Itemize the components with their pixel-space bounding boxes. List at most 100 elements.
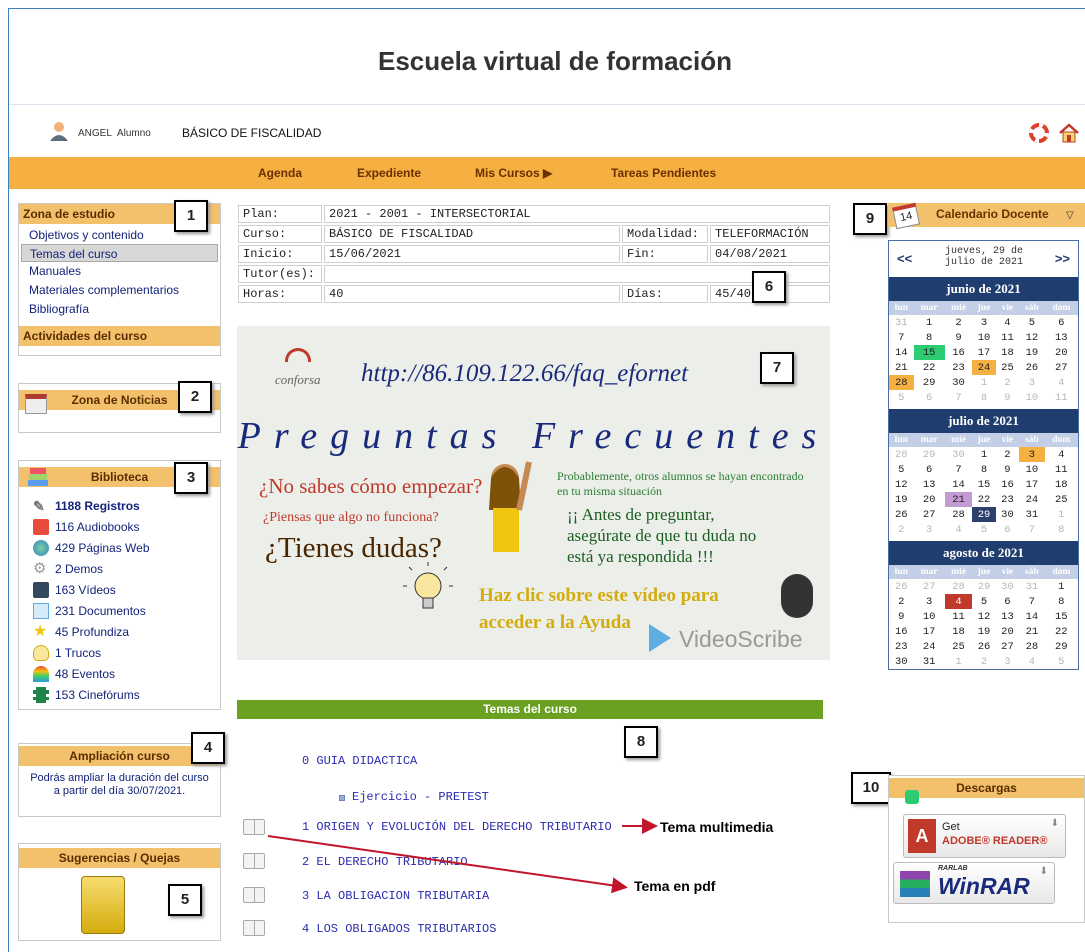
calendar-day[interactable]: 6 bbox=[996, 522, 1019, 537]
calendar-day[interactable]: 3 bbox=[914, 594, 945, 609]
calendar-day[interactable]: 27 bbox=[914, 507, 945, 522]
calendar-day[interactable]: 13 bbox=[1045, 330, 1078, 345]
calendar-day[interactable]: 4 bbox=[1045, 375, 1078, 390]
calendar-day[interactable]: 29 bbox=[972, 579, 996, 594]
calendar-day[interactable]: 2 bbox=[996, 375, 1019, 390]
calendar-day[interactable]: 29 bbox=[914, 447, 945, 462]
calendar-day[interactable]: 1 bbox=[1045, 579, 1078, 594]
calendar-collapse-icon[interactable]: ▽ bbox=[1066, 210, 1074, 221]
calendar-day[interactable]: 13 bbox=[914, 477, 945, 492]
calendar-day[interactable]: 30 bbox=[996, 507, 1019, 522]
calendar-day[interactable]: 5 bbox=[1019, 315, 1044, 330]
calendar-day[interactable]: 3 bbox=[1019, 375, 1044, 390]
calendar-day[interactable]: 31 bbox=[1019, 507, 1044, 522]
calendar-day[interactable]: 4 bbox=[944, 594, 973, 609]
calendar-day[interactable]: 7 bbox=[889, 330, 914, 345]
calendar-day[interactable]: 1 bbox=[972, 375, 996, 390]
calendar-next[interactable]: >> bbox=[1055, 251, 1070, 266]
calendar-day[interactable]: 21 bbox=[889, 360, 914, 375]
calendar-day[interactable]: 3 bbox=[1019, 447, 1045, 462]
calendar-day[interactable]: 5 bbox=[1045, 654, 1078, 669]
calendar-day[interactable]: 19 bbox=[1019, 345, 1044, 360]
calendar-day[interactable]: 6 bbox=[1045, 315, 1078, 330]
calendar-day[interactable]: 9 bbox=[996, 390, 1019, 405]
calendar-day[interactable]: 28 bbox=[889, 447, 914, 462]
calendar-day[interactable]: 6 bbox=[914, 390, 945, 405]
calendar-day[interactable]: 20 bbox=[996, 624, 1019, 639]
calendar-day[interactable]: 5 bbox=[972, 522, 996, 537]
winrar-button[interactable]: RARLAB WinRAR ⬇ bbox=[893, 862, 1055, 904]
calendar-day[interactable]: 12 bbox=[1019, 330, 1044, 345]
calendar-day[interactable]: 8 bbox=[972, 390, 996, 405]
calendar-day[interactable]: 11 bbox=[1045, 390, 1078, 405]
calendar-day[interactable]: 7 bbox=[945, 390, 972, 405]
calendar-day[interactable]: 4 bbox=[1045, 447, 1078, 462]
calendar-day[interactable]: 23 bbox=[996, 492, 1019, 507]
calendar-day[interactable]: 29 bbox=[914, 375, 945, 390]
calendar-day[interactable]: 16 bbox=[996, 477, 1019, 492]
calendar-prev[interactable]: << bbox=[897, 251, 912, 266]
calendar-day[interactable]: 18 bbox=[1045, 477, 1078, 492]
calendar-day[interactable]: 4 bbox=[996, 315, 1019, 330]
calendar-day[interactable]: 30 bbox=[945, 447, 972, 462]
calendar-day[interactable]: 22 bbox=[1045, 624, 1078, 639]
calendar-day[interactable]: 2 bbox=[889, 522, 914, 537]
calendar-day[interactable]: 3 bbox=[914, 522, 945, 537]
calendar-day[interactable]: 30 bbox=[945, 375, 972, 390]
calendar-day[interactable]: 10 bbox=[914, 609, 945, 624]
calendar-day[interactable]: 14 bbox=[945, 477, 972, 492]
calendar-day[interactable]: 26 bbox=[1019, 360, 1044, 375]
calendar-day[interactable]: 3 bbox=[972, 315, 996, 330]
adobe-reader-button[interactable]: A Get ADOBE® READER® ⬇ bbox=[903, 814, 1066, 858]
calendar-day[interactable]: 31 bbox=[1019, 579, 1044, 594]
calendar-day[interactable]: 17 bbox=[972, 345, 996, 360]
calendar-day[interactable]: 31 bbox=[914, 654, 945, 669]
calendar-day[interactable]: 17 bbox=[914, 624, 945, 639]
calendar-day[interactable]: 21 bbox=[944, 492, 973, 507]
calendar-day[interactable]: 27 bbox=[996, 639, 1019, 654]
calendar-day[interactable]: 15 bbox=[972, 477, 996, 492]
calendar-day[interactable]: 17 bbox=[1019, 477, 1044, 492]
calendar-day[interactable]: 10 bbox=[972, 330, 996, 345]
calendar-day[interactable]: 25 bbox=[945, 639, 972, 654]
calendar-day[interactable]: 14 bbox=[1019, 609, 1044, 624]
calendar-day[interactable]: 7 bbox=[1019, 522, 1044, 537]
calendar-day[interactable]: 23 bbox=[889, 639, 914, 654]
calendar-day[interactable]: 6 bbox=[914, 462, 945, 477]
calendar-day[interactable]: 1 bbox=[914, 315, 945, 330]
calendar-day[interactable]: 1 bbox=[945, 654, 972, 669]
calendar-day[interactable]: 28 bbox=[889, 375, 914, 390]
calendar-day[interactable]: 24 bbox=[1019, 492, 1044, 507]
calendar-day[interactable]: 11 bbox=[1045, 462, 1078, 477]
calendar-day[interactable]: 5 bbox=[889, 462, 914, 477]
calendar-day[interactable]: 30 bbox=[996, 579, 1019, 594]
calendar-day[interactable]: 23 bbox=[945, 360, 972, 375]
calendar-day[interactable]: 6 bbox=[996, 594, 1019, 609]
calendar-day[interactable]: 10 bbox=[1019, 462, 1044, 477]
calendar-day[interactable]: 27 bbox=[1045, 360, 1078, 375]
calendar-day[interactable]: 2 bbox=[996, 447, 1019, 462]
calendar-day[interactable]: 2 bbox=[945, 315, 972, 330]
calendar-day[interactable]: 15 bbox=[913, 345, 945, 360]
calendar-day[interactable]: 4 bbox=[945, 522, 972, 537]
calendar-day[interactable]: 18 bbox=[945, 624, 972, 639]
calendar-day[interactable]: 25 bbox=[1045, 492, 1078, 507]
calendar-day[interactable]: 9 bbox=[945, 330, 972, 345]
calendar-title[interactable]: Calendario Docente bbox=[936, 207, 1049, 221]
calendar-day[interactable]: 29 bbox=[972, 507, 996, 522]
calendar-day[interactable]: 4 bbox=[1019, 654, 1044, 669]
calendar-day[interactable]: 8 bbox=[972, 462, 996, 477]
calendar-day[interactable]: 12 bbox=[889, 477, 914, 492]
calendar-day[interactable]: 10 bbox=[1019, 390, 1044, 405]
calendar-day[interactable]: 27 bbox=[914, 579, 945, 594]
calendar-day[interactable]: 28 bbox=[945, 507, 972, 522]
calendar-day[interactable]: 25 bbox=[996, 360, 1019, 375]
calendar-day[interactable]: 26 bbox=[889, 507, 914, 522]
calendar-day[interactable]: 24 bbox=[972, 360, 996, 375]
calendar-day[interactable]: 9 bbox=[996, 462, 1019, 477]
calendar-day[interactable]: 26 bbox=[889, 579, 914, 594]
calendar-day[interactable]: 30 bbox=[889, 654, 914, 669]
calendar-day[interactable]: 20 bbox=[1045, 345, 1078, 360]
calendar-day[interactable]: 5 bbox=[972, 594, 996, 609]
calendar-day[interactable]: 19 bbox=[972, 624, 996, 639]
